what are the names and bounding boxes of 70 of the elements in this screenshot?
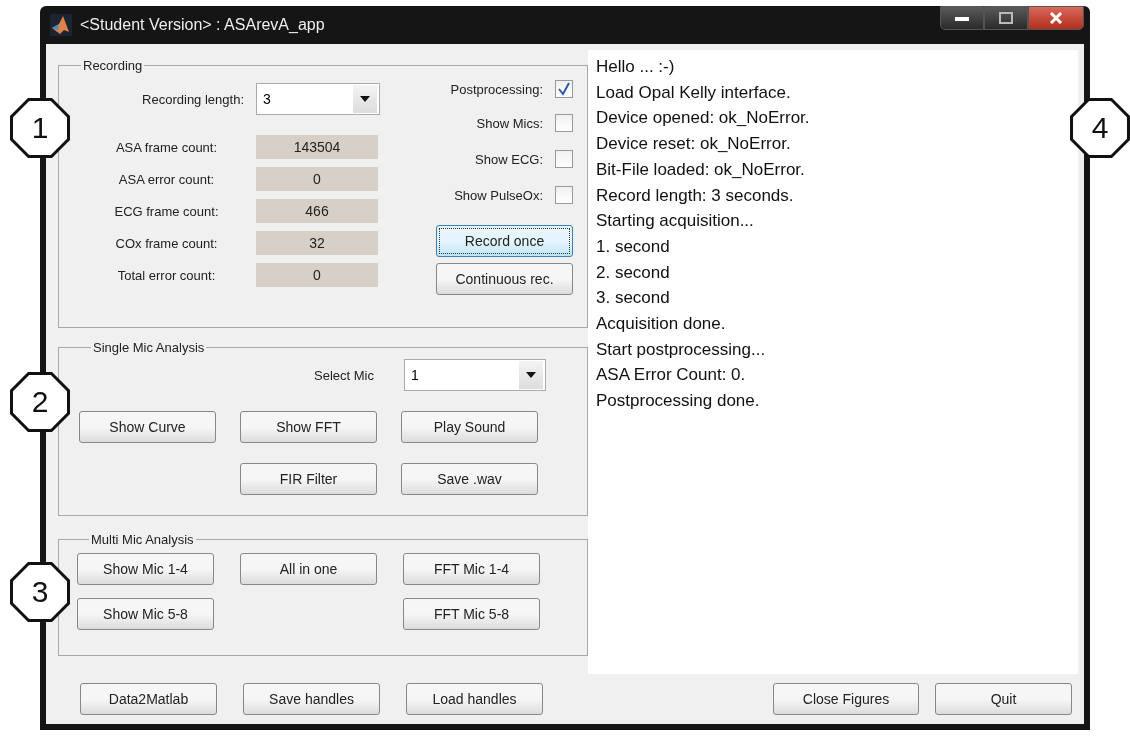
log-line: Bit-File loaded: ok_NoError. bbox=[596, 158, 805, 181]
app-icon bbox=[50, 14, 72, 36]
log-line: Record length: 3 seconds. bbox=[596, 184, 794, 207]
minimize-button[interactable] bbox=[940, 6, 984, 30]
caret-icon bbox=[526, 372, 536, 378]
log-line: Postprocessing done. bbox=[596, 390, 760, 413]
maximize-button[interactable] bbox=[984, 6, 1028, 30]
callout-number: 1 bbox=[10, 98, 70, 158]
log-line: Load Opal Kelly interface. bbox=[596, 81, 791, 104]
log-line: Starting acquisition... bbox=[596, 210, 754, 233]
log-line: ASA Error Count: 0. bbox=[596, 364, 746, 387]
log-line: Device reset: ok_NoError. bbox=[596, 133, 791, 156]
log-line: 2. second bbox=[596, 261, 670, 284]
push-button[interactable]: FFT Mic 1-4 bbox=[403, 553, 540, 585]
push-button[interactable]: Save handles bbox=[243, 683, 380, 715]
close-icon bbox=[1049, 12, 1063, 24]
counter-label: Total error count: bbox=[116, 267, 217, 283]
checkbox-label: Postprocessing: bbox=[450, 81, 543, 97]
push-button[interactable]: All in one bbox=[240, 553, 377, 585]
push-button[interactable]: Close Figures bbox=[773, 683, 919, 715]
log-line: Hello ... :-) bbox=[596, 56, 675, 78]
push-button[interactable]: FIR Filter bbox=[240, 463, 377, 495]
field-label: Select Mic bbox=[314, 367, 374, 383]
window-title: <Student Version> : ASArevA_app bbox=[80, 16, 325, 34]
counter-label: ECG frame count: bbox=[113, 203, 220, 219]
checkbox[interactable] bbox=[555, 150, 573, 168]
push-button[interactable]: Record once bbox=[436, 225, 573, 257]
counter-label: ASA error count: bbox=[117, 171, 216, 187]
checkbox-label: Show ECG: bbox=[475, 151, 543, 167]
log-line: Acquisition done. bbox=[596, 313, 726, 336]
checkbox[interactable] bbox=[555, 80, 573, 98]
counter-value: 0 bbox=[256, 167, 378, 191]
push-button[interactable]: Show Mic 5-8 bbox=[77, 598, 214, 630]
push-button[interactable]: FFT Mic 5-8 bbox=[403, 598, 540, 630]
push-button[interactable]: Show FFT bbox=[240, 411, 377, 443]
close-button[interactable] bbox=[1028, 6, 1084, 30]
maximize-icon bbox=[999, 12, 1013, 24]
panel-title: Single Mic Analysis bbox=[92, 340, 206, 355]
mic-dropdown[interactable]: 1 bbox=[404, 359, 546, 391]
callout-number: 3 bbox=[10, 562, 70, 622]
checkbox[interactable] bbox=[555, 186, 573, 204]
checkbox-label: Show PulseOx: bbox=[454, 187, 543, 203]
counter-value: 0 bbox=[256, 263, 378, 287]
push-button[interactable]: Quit bbox=[935, 683, 1072, 715]
panel-title: Recording bbox=[82, 58, 144, 73]
push-button[interactable]: Load handles bbox=[406, 683, 543, 715]
checkbox[interactable] bbox=[555, 114, 573, 132]
log-line: Device opened: ok_NoError. bbox=[596, 107, 810, 130]
field-label: Recording length: bbox=[141, 91, 244, 107]
checkbox-label: Show Mics: bbox=[476, 115, 543, 131]
callout-number: 2 bbox=[10, 372, 70, 432]
log-line: 3. second bbox=[596, 287, 670, 310]
push-button[interactable]: Save .wav bbox=[401, 463, 538, 495]
push-button[interactable]: Continuous rec. bbox=[436, 263, 573, 295]
push-button[interactable]: Play Sound bbox=[401, 411, 538, 443]
minimize-icon bbox=[955, 15, 969, 21]
counter-label: ASA frame count: bbox=[114, 139, 219, 155]
counter-value: 32 bbox=[256, 231, 378, 255]
panel-title: Multi Mic Analysis bbox=[90, 532, 195, 547]
log-line: Start postprocessing... bbox=[596, 338, 766, 361]
counter-value: 466 bbox=[256, 199, 378, 223]
counter-label: COx frame count: bbox=[114, 235, 219, 251]
log-line: 1. second bbox=[596, 235, 670, 258]
counter-value: 143504 bbox=[256, 135, 378, 159]
callout-number: 4 bbox=[1070, 98, 1130, 158]
push-button[interactable]: Data2Matlab bbox=[80, 683, 217, 715]
push-button[interactable]: Show Curve bbox=[79, 411, 216, 443]
caret-icon bbox=[360, 96, 370, 102]
length-dropdown[interactable]: 3 bbox=[256, 83, 380, 115]
push-button[interactable]: Show Mic 1-4 bbox=[77, 553, 214, 585]
